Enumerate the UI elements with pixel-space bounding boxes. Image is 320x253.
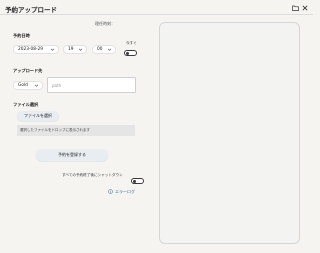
minute-value: 00: [97, 47, 103, 52]
chevron-down-icon: [107, 47, 112, 52]
error-log-label: エラーログ: [115, 189, 135, 194]
chevron-down-icon: [50, 47, 55, 52]
now-toggle[interactable]: [124, 50, 137, 56]
title-divider: [0, 14, 313, 15]
upload-target-label: アップロード先: [13, 68, 43, 73]
window-title: 予約アップロード: [5, 6, 57, 14]
schedule-section-label: 予約日時: [13, 33, 30, 38]
date-select[interactable]: 2023-08-29: [13, 45, 59, 54]
now-label: 今すぐ: [126, 41, 137, 45]
service-select[interactable]: Gold: [13, 81, 43, 90]
date-value: 2023-08-29: [18, 47, 43, 52]
hour-select[interactable]: 19: [63, 45, 87, 54]
info-icon: [108, 189, 113, 195]
path-placeholder: path: [52, 82, 62, 88]
log-panel: [159, 22, 300, 244]
service-value: Gold: [18, 83, 28, 88]
hour-value: 19: [68, 47, 74, 52]
error-log-link[interactable]: エラーログ: [108, 189, 135, 195]
shutdown-toggle[interactable]: [131, 178, 144, 184]
chevron-down-icon: [78, 47, 83, 52]
minute-select[interactable]: 00: [92, 45, 116, 54]
close-icon[interactable]: [302, 5, 308, 11]
toggle-knob: [133, 179, 137, 183]
file-select-label: ファイル選択: [13, 102, 39, 107]
path-input[interactable]: path: [47, 77, 136, 93]
toggle-knob: [126, 51, 130, 55]
register-button[interactable]: 予約を登録する: [36, 149, 108, 161]
chevron-down-icon: [34, 83, 39, 88]
folder-icon[interactable]: [292, 5, 299, 11]
shutdown-label: すべての予約終了後にシャットダウン: [62, 173, 123, 177]
select-file-button[interactable]: ファイルを選択: [17, 111, 59, 121]
file-drop-area[interactable]: 選択したファイルをドロップに表示されます: [17, 125, 135, 136]
status-label: 理任時刻：: [95, 21, 115, 26]
